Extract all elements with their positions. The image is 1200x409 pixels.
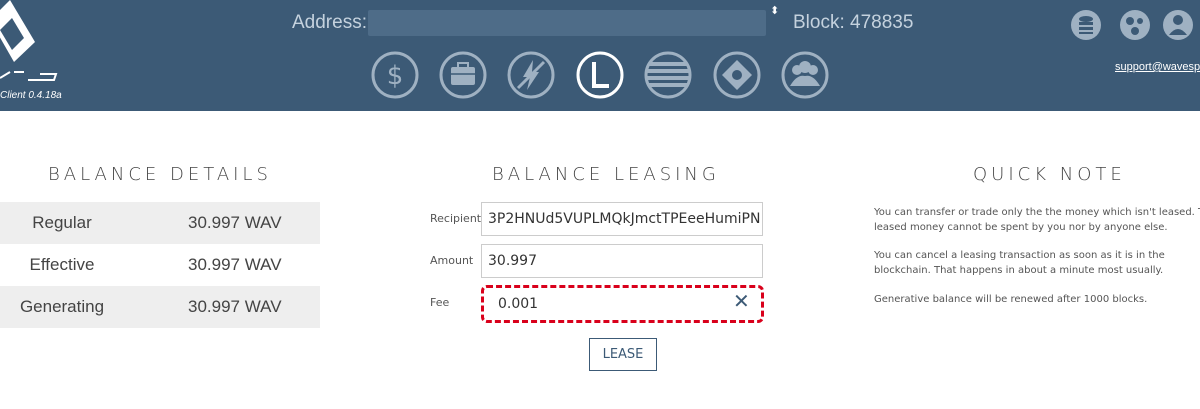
- support-email-link[interactable]: support@wavesp: [1115, 61, 1200, 73]
- lease-button[interactable]: LEASE: [589, 338, 657, 371]
- balance-value: 30.997 WAV: [188, 297, 282, 316]
- contacts-icon[interactable]: [780, 50, 830, 100]
- svg-text:$: $: [387, 61, 404, 91]
- balance-label: Regular: [32, 213, 92, 232]
- amount-input[interactable]: 30.997: [481, 244, 763, 278]
- note-line: blockchain. That happens in about a minu…: [874, 265, 1164, 276]
- fee-value: 0.001: [498, 296, 539, 312]
- settings-icon[interactable]: [1162, 9, 1194, 41]
- note-line: leased money cannot be spent by you nor …: [874, 222, 1168, 233]
- note-paragraph-2: You can cancel a leasing transaction as …: [874, 248, 1200, 278]
- balance-value: 30.997 WAV: [188, 213, 282, 232]
- recipient-label: Recipient: [430, 212, 482, 225]
- client-version: Client 0.4.18a: [0, 90, 62, 101]
- note-paragraph-3: Generative balance will be renewed after…: [874, 292, 1200, 307]
- amount-label: Amount: [430, 254, 474, 267]
- balance-leasing-title: BALANCE LEASING: [492, 164, 720, 185]
- balance-label: Effective: [29, 255, 95, 274]
- balance-details-title: BALANCE DETAILS: [48, 164, 272, 185]
- database-icon[interactable]: [1070, 9, 1102, 41]
- address-field[interactable]: [368, 10, 766, 36]
- address-label: Address:: [292, 12, 367, 33]
- note-line: You can transfer or trade only the the m…: [874, 207, 1200, 218]
- fee-input[interactable]: 0.001 ✕: [481, 285, 764, 323]
- no-dex-icon[interactable]: [506, 50, 556, 100]
- block-height: Block: 478835: [793, 12, 914, 33]
- briefcase-icon[interactable]: [438, 50, 488, 100]
- network-icon[interactable]: [1119, 9, 1151, 41]
- chevron-up-down-icon[interactable]: ⬍: [770, 4, 779, 17]
- history-icon[interactable]: [643, 50, 693, 100]
- recipient-input[interactable]: 3P2HNUd5VUPLMQkJmctTPEeeHumiPN: [481, 202, 763, 236]
- clear-icon[interactable]: ✕: [733, 289, 750, 313]
- note-paragraph-1: You can transfer or trade only the the m…: [874, 205, 1200, 235]
- balance-row-effective: Effective 30.997 WAV: [0, 244, 320, 286]
- fee-label: Fee: [430, 296, 450, 309]
- community-icon[interactable]: [712, 50, 762, 100]
- balance-label: Generating: [19, 297, 105, 316]
- leasing-icon[interactable]: [575, 50, 625, 100]
- balance-row-generating: Generating 30.997 WAV: [0, 286, 320, 328]
- note-line: You can cancel a leasing transaction as …: [874, 250, 1165, 261]
- note-line: Generative balance will be renewed after…: [874, 294, 1148, 305]
- quick-note-title: QUICK NOTE: [973, 164, 1126, 185]
- balance-value: 30.997 WAV: [188, 255, 282, 274]
- wallet-dollar-icon[interactable]: $: [370, 50, 420, 100]
- balance-row-regular: Regular 30.997 WAV: [0, 202, 320, 244]
- top-header: Client 0.4.18a Address: ⬍ Block: 478835 …: [0, 0, 1200, 111]
